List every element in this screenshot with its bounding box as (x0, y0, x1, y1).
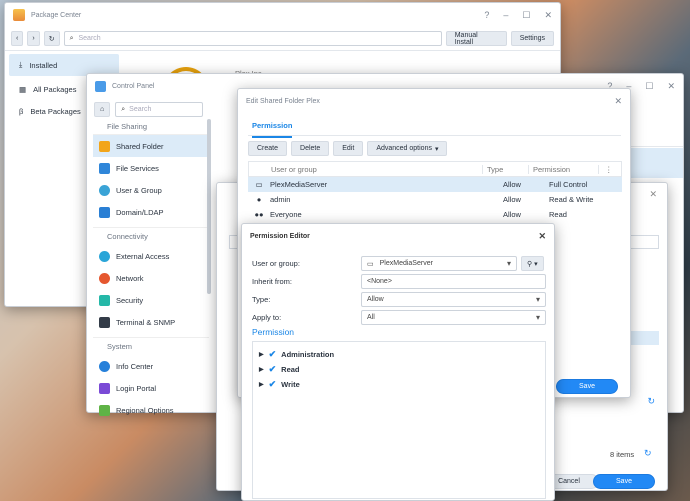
control-panel-nav: File Sharing Shared Folder File Services… (93, 119, 209, 421)
permission-tree: ▶ ✔ Administration ▶ ✔ Read ▶ ✔ Write (252, 341, 546, 499)
expand-icon[interactable]: ▶ (259, 381, 264, 388)
close-icon[interactable]: ✕ (538, 231, 546, 242)
nav-section-file-sharing: File Sharing (93, 119, 209, 135)
control-panel-app-icon (95, 80, 106, 92)
apply-to-label: Apply to: (252, 313, 282, 322)
terminal-icon (99, 316, 110, 328)
search-icon: ⌕ (69, 34, 74, 42)
inherit-label: Inherit from: (252, 277, 293, 286)
create-button[interactable]: Create (248, 141, 288, 156)
maximize-icon[interactable]: ☐ (645, 81, 653, 92)
nav-item-info-center[interactable]: Info Center (93, 355, 209, 377)
caret-down-icon: ▾ (434, 145, 439, 153)
server-user-icon: ▭ (367, 260, 374, 268)
regional-options-icon (99, 404, 110, 416)
nav-item-user-group[interactable]: User & Group (93, 179, 209, 201)
nav-item-shared-folder[interactable]: Shared Folder (93, 135, 209, 157)
nav-item-regional-options[interactable]: Regional Options (93, 399, 209, 421)
home-button[interactable]: ⌂ (94, 102, 111, 117)
grid-icon: ▦ (19, 84, 27, 94)
info-icon (99, 360, 110, 372)
expand-icon[interactable]: ▶ (259, 351, 264, 358)
group-icon: ●● (254, 210, 264, 219)
table-row[interactable]: ●● Everyone Allow Read (248, 207, 622, 222)
permission-editor-dialog: Permission Editor ✕ User or group: ▭ Plex… (241, 223, 555, 501)
column-menu-icon[interactable]: ⋮ (598, 164, 613, 174)
package-center-titlebar: Package Center ? – ☐ ✕ (5, 3, 560, 27)
forward-button[interactable]: › (27, 31, 40, 46)
nav-item-network[interactable]: Network (93, 267, 209, 289)
login-portal-icon (99, 382, 110, 394)
tree-item-read[interactable]: ▶ ✔ Read (253, 362, 545, 377)
globe-icon (99, 250, 110, 262)
help-icon[interactable]: ? (484, 10, 489, 21)
domain-icon (99, 206, 110, 218)
nav-item-security[interactable]: Security (93, 289, 209, 311)
permission-table: User or group Type Permission ⋮ ▭ PlexMe… (248, 161, 622, 222)
user-icon: ● (256, 195, 262, 204)
nav-item-domain-ldap[interactable]: Domain/LDAP (93, 201, 209, 223)
edit-save-button[interactable]: Save (556, 379, 618, 394)
close-icon[interactable]: ✕ (544, 10, 552, 21)
type-select[interactable]: Allow (361, 292, 546, 307)
nav-scrollbar[interactable] (207, 119, 211, 294)
inherit-field: <None> (361, 274, 546, 289)
close-icon[interactable]: ✕ (667, 81, 675, 92)
check-icon[interactable]: ✔ (269, 364, 277, 375)
nav-item-file-services[interactable]: File Services (93, 157, 209, 179)
permission-section-title: Permission (252, 327, 295, 337)
delete-button[interactable]: Delete (291, 141, 330, 156)
package-center-app-icon (13, 9, 25, 21)
nav-section-system: System (93, 337, 209, 355)
search-icon: ⌕ (121, 105, 126, 113)
nav-item-external-access[interactable]: External Access (93, 245, 209, 267)
network-icon (99, 272, 110, 284)
file-services-icon (99, 162, 110, 174)
check-icon[interactable]: ✔ (269, 379, 277, 390)
dialog-close-icon[interactable]: ✕ (649, 189, 657, 200)
manual-install-button[interactable]: Manual Install (445, 31, 507, 46)
list-refresh-icon[interactable]: ↻ (644, 448, 652, 459)
tree-item-write[interactable]: ▶ ✔ Write (253, 377, 545, 392)
advanced-options-button[interactable]: Advanced options ▾ (367, 141, 448, 156)
user-group-select[interactable]: ▭ PlexMediaServer (361, 256, 517, 271)
user-group-label: User or group: (252, 259, 300, 268)
table-row[interactable]: ● admin Allow Read & Write (248, 192, 622, 207)
server-user-icon: ▭ (255, 180, 263, 189)
filter-icon: ⚲ (527, 260, 533, 268)
shield-icon (99, 294, 110, 306)
edit-button[interactable]: Edit (333, 141, 364, 156)
permission-editor-titlebar: Permission Editor ✕ (250, 230, 546, 242)
expand-icon[interactable]: ▶ (259, 366, 264, 373)
dialog-save-button[interactable]: Save (593, 474, 655, 489)
apply-to-select[interactable]: All (361, 310, 546, 325)
back-button[interactable]: ‹ (11, 31, 24, 46)
refresh-icon[interactable]: ↻ (647, 396, 655, 407)
folder-icon (99, 140, 110, 152)
nav-item-login-portal[interactable]: Login Portal (93, 377, 209, 399)
nav-item-terminal-snmp[interactable]: Terminal & SNMP (93, 311, 209, 333)
close-icon[interactable]: ✕ (614, 96, 622, 107)
table-row[interactable]: ▭ PlexMediaServer Allow Full Control (248, 177, 622, 192)
caret-down-icon: ▾ (534, 260, 538, 268)
table-header: User or group Type Permission ⋮ (248, 161, 622, 177)
package-center-title: Package Center (31, 11, 82, 19)
type-label: Type: (252, 295, 271, 304)
settings-button[interactable]: Settings (510, 31, 554, 46)
download-icon: ⤓ (19, 60, 23, 69)
control-panel-search-input[interactable]: ⌕ Search (115, 102, 204, 117)
minimize-icon[interactable]: – (503, 10, 508, 21)
beta-icon: β (19, 106, 24, 116)
package-search-input[interactable]: ⌕ Search (63, 31, 442, 46)
refresh-button[interactable]: ↻ (43, 31, 60, 46)
edit-shared-folder-titlebar: Edit Shared Folder Plex ✕ (246, 95, 622, 107)
filter-button[interactable]: ⚲ ▾ (521, 256, 544, 271)
tree-item-administration[interactable]: ▶ ✔ Administration (253, 347, 545, 362)
check-icon[interactable]: ✔ (269, 349, 277, 360)
user-group-icon (99, 184, 110, 196)
items-count: 8 items (610, 450, 635, 459)
maximize-icon[interactable]: ☐ (522, 10, 530, 21)
nav-section-connectivity: Connectivity (93, 227, 209, 245)
